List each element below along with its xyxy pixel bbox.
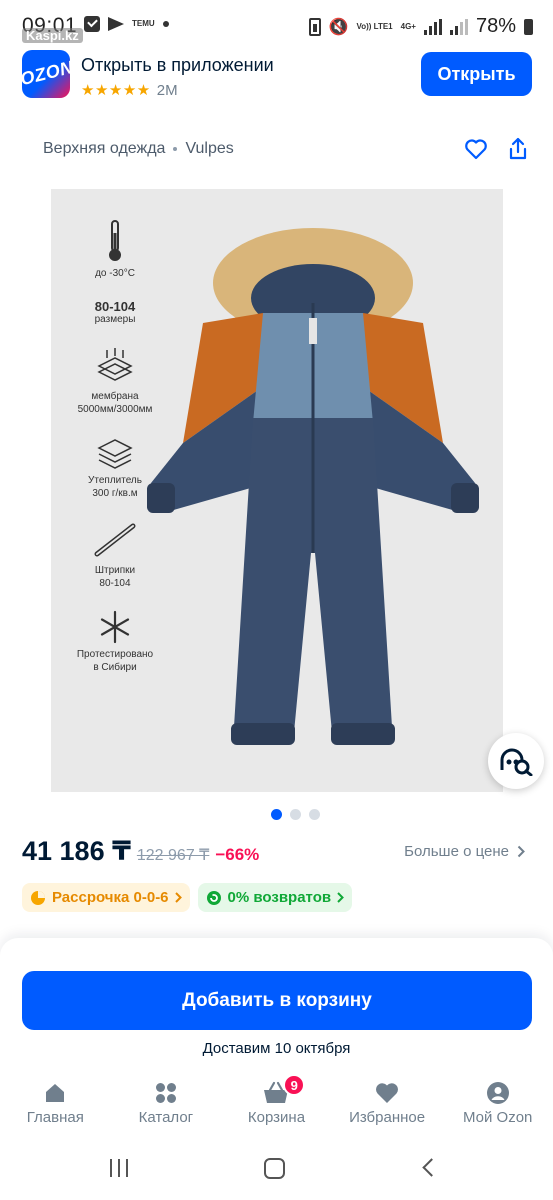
breadcrumb-category[interactable]: Верхняя одежда — [43, 140, 165, 158]
telegram-icon — [108, 17, 124, 31]
banner-title: Открыть в приложении — [81, 55, 274, 75]
add-to-cart-button[interactable]: Добавить в корзину — [22, 971, 532, 1030]
back-icon[interactable] — [422, 1158, 441, 1177]
discount-percent: −66% — [215, 845, 260, 864]
battery-percent: 78% — [475, 15, 516, 37]
checkbox-notification-icon — [84, 16, 100, 32]
breadcrumb-separator — [173, 147, 178, 151]
status-bar: 09:01 TEMU Kaspi.kz 🔇 Vo)) LTE1 4G+ 78% — [0, 0, 553, 50]
temu-label: TEMU — [132, 19, 155, 28]
home-button-icon[interactable] — [264, 1158, 285, 1179]
image-search-button[interactable] — [488, 733, 544, 789]
returns-label: 0% возвратов — [227, 889, 332, 906]
delivery-date: Доставим 10 октября — [202, 1040, 351, 1057]
open-in-app-button[interactable]: Открыть — [421, 52, 532, 96]
more-about-price-link[interactable]: Больше о цене — [404, 843, 525, 860]
ozon-app-logo: OZON — [22, 50, 70, 98]
price-row: 41 186 ₸ 122 967 ₸ −66% — [22, 836, 259, 867]
mute-icon: 🔇 — [328, 18, 349, 36]
tab-cart[interactable]: 9 Корзина — [221, 1073, 332, 1138]
signal-icon — [423, 18, 442, 35]
gallery-pagination — [271, 809, 320, 820]
product-image[interactable]: до -30°C 80-104 размеры мембрана 5000мм/… — [51, 189, 503, 792]
system-navigation-bar — [0, 1138, 553, 1200]
notification-icons: TEMU — [84, 16, 169, 32]
tab-home[interactable]: Главная — [0, 1073, 111, 1138]
strap-icon — [94, 523, 136, 557]
recent-apps-icon[interactable] — [110, 1159, 128, 1177]
tab-favorites[interactable]: Избранное — [332, 1073, 443, 1138]
tab-profile[interactable]: Мой Ozon — [442, 1073, 553, 1138]
tab-cart-label: Корзина — [247, 1109, 306, 1126]
more-price-label: Больше о цене — [404, 843, 509, 860]
snowsuit-illustration — [147, 228, 479, 745]
profile-icon — [486, 1082, 509, 1104]
breadcrumb: Верхняя одежда Vulpes — [43, 140, 234, 158]
installment-badge[interactable]: Рассрочка 0-0-6 — [22, 883, 190, 912]
chevron-right-icon — [337, 892, 345, 903]
old-price: 122 967 ₸ — [136, 847, 210, 864]
product-actions — [463, 136, 531, 162]
insulation-layers-icon — [97, 439, 133, 469]
ozon-logo-text: OZON — [22, 56, 70, 90]
image-search-icon — [500, 748, 533, 776]
catalog-grid-icon — [155, 1083, 176, 1103]
snowflake-icon — [100, 610, 130, 644]
badge-row: Рассрочка 0-0-6 0% возвратов — [22, 883, 353, 912]
network-type-icon: 4G+ — [400, 22, 416, 31]
tab-favorites-label: Избранное — [349, 1109, 426, 1126]
system-indicators: 🔇 Vo)) LTE1 4G+ 78% — [308, 15, 533, 38]
banner-rating: ★★★★★ 2M — [81, 81, 178, 100]
signal-2-icon — [449, 18, 468, 35]
share-icon[interactable] — [505, 136, 531, 162]
chevron-right-icon — [517, 845, 525, 858]
cart-count-badge: 9 — [283, 1074, 306, 1096]
favorite-heart-icon[interactable] — [463, 136, 489, 162]
home-icon — [46, 1084, 65, 1102]
more-notifications-dot — [162, 21, 169, 27]
gallery-dot-1[interactable] — [271, 809, 282, 820]
tab-catalog[interactable]: Каталог — [111, 1073, 222, 1138]
temu-notification-icon: TEMU — [132, 20, 155, 28]
app-install-banner: OZON Открыть в приложении ★★★★★ 2M Откры… — [0, 50, 553, 102]
chevron-right-icon — [174, 892, 182, 903]
gallery-dot-2[interactable] — [290, 809, 301, 820]
tab-catalog-label: Каталог — [138, 1109, 194, 1126]
installment-label: Рассрочка 0-0-6 — [52, 889, 169, 906]
membrane-icon — [97, 348, 133, 381]
gallery-dot-3[interactable] — [309, 809, 320, 820]
current-price: 41 186 ₸ — [22, 836, 131, 866]
download-count: 2M — [156, 81, 178, 99]
heart-icon — [376, 1083, 399, 1103]
tab-home-label: Главная — [26, 1109, 84, 1126]
thermometer-icon — [109, 220, 121, 261]
tab-profile-label: Мой Ozon — [462, 1109, 533, 1126]
kaspi-url-hint: Kaspi.kz — [22, 28, 83, 43]
returns-badge[interactable]: 0% возвратов — [197, 883, 353, 912]
volte-icon: Vo)) LTE1 — [356, 22, 393, 31]
battery-saver-icon — [308, 17, 321, 36]
bottom-tab-bar: Главная Каталог 9 Корзина Избранное Мой … — [0, 1073, 553, 1138]
rating-stars-icon: ★★★★★ — [81, 82, 151, 99]
pie-chart-icon — [31, 890, 45, 905]
breadcrumb-brand[interactable]: Vulpes — [185, 140, 233, 158]
battery-icon — [524, 18, 533, 35]
return-arrow-icon — [206, 890, 221, 905]
